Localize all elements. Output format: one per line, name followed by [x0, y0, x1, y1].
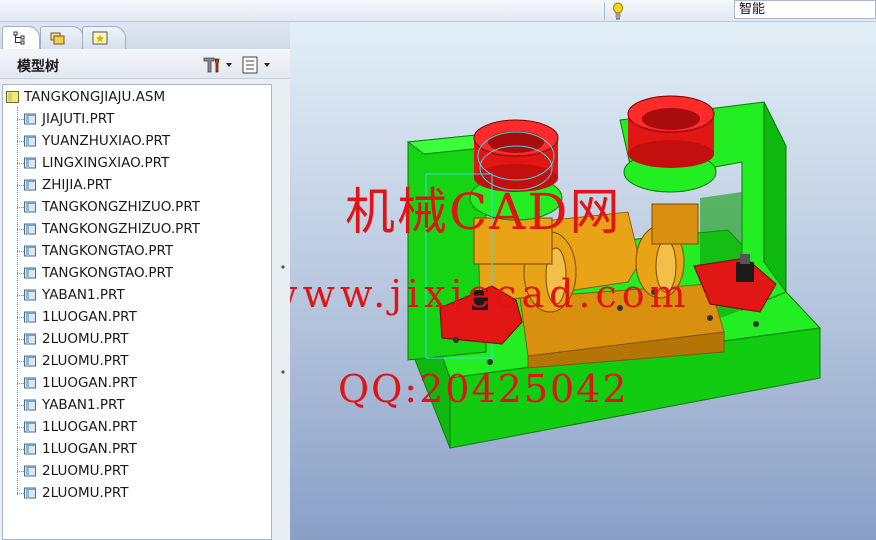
- tree-item-label: ZHIJIA.PRT: [42, 177, 112, 193]
- model-tree-header: 模型树: [0, 49, 290, 79]
- tree-item-label: 2LUOMU.PRT: [42, 485, 129, 501]
- tab-favorites[interactable]: [82, 26, 126, 49]
- part-icon: [24, 113, 36, 125]
- tree-item-label: 1LUOGAN.PRT: [42, 419, 137, 435]
- part-icon: [24, 355, 36, 367]
- part-icon: [24, 289, 36, 301]
- part-icon: [24, 157, 36, 169]
- top-toolbar: 智能: [0, 0, 876, 22]
- panel-title: 模型树: [17, 59, 59, 75]
- lightbulb-icon[interactable]: [612, 1, 624, 21]
- tree-item-label: YABAN1.PRT: [42, 287, 125, 303]
- tree-item-label: LINGXINGXIAO.PRT: [42, 155, 170, 171]
- tree-item-label: YUANZHUXIAO.PRT: [42, 133, 171, 149]
- tree-item-label: 2LUOMU.PRT: [42, 331, 129, 347]
- part-icon: [24, 201, 36, 213]
- part-icon: [24, 377, 36, 389]
- part-icon: [24, 245, 36, 257]
- part-icon: [24, 465, 36, 477]
- part-icon: [24, 135, 36, 147]
- tree-item-label: 2LUOMU.PRT: [42, 463, 129, 479]
- tree-item-label: TANGKONGTAO.PRT: [42, 243, 174, 259]
- graphics-viewport[interactable]: 机械CAD网 www.jixiecad.com QQ:20425042: [290, 22, 876, 540]
- tab-folder-browser[interactable]: [40, 26, 84, 49]
- app-window: 智能 模型树 TANGKONGJIAJU.ASM JIAJUTI.PRT YUA…: [0, 0, 876, 540]
- tools-icon: [203, 57, 232, 73]
- part-icon: [24, 223, 36, 235]
- tree-item-label: 1LUOGAN.PRT: [42, 375, 137, 391]
- tree-item-label: YABAN1.PRT: [42, 397, 125, 413]
- model-tree: TANGKONGJIAJU.ASM JIAJUTI.PRT YUANZHUXIAO.…: [2, 84, 272, 540]
- tree-item-label: 1LUOGAN.PRT: [42, 309, 137, 325]
- navigator-panel: 模型树 TANGKONGJIAJU.ASM JIAJUTI.PRT YUANZHUX…: [0, 22, 290, 540]
- tree-item-label: TANGKONGZHIZUO.PRT: [42, 199, 200, 215]
- toolbar-separator: [604, 2, 605, 20]
- part-icon: [24, 179, 36, 191]
- tree-connector: [17, 107, 18, 495]
- navigator-tabs: [0, 22, 290, 49]
- tree-icon: [13, 31, 25, 45]
- tree-item-label: JIAJUTI.PRT: [42, 111, 115, 127]
- tree-item-label: TANGKONGTAO.PRT: [42, 265, 174, 281]
- watermark-title: 机械CAD网: [345, 183, 622, 241]
- smart-filter-select[interactable]: 智能: [734, 0, 876, 19]
- tree-item-label: TANGKONGJIAJU.ASM: [24, 89, 166, 105]
- assembly-icon: [6, 91, 19, 103]
- tree-item-label: 1LUOGAN.PRT: [42, 441, 137, 457]
- watermark-qq: QQ:20425042: [338, 367, 629, 411]
- part-icon: [24, 421, 36, 433]
- part-icon: [24, 267, 36, 279]
- tree-item-label: 2LUOMU.PRT: [42, 353, 129, 369]
- part-icon: [24, 311, 36, 323]
- folder-icon: [50, 32, 65, 45]
- show-button[interactable]: [241, 55, 273, 75]
- star-icon: [92, 31, 108, 45]
- part-icon: [24, 333, 36, 345]
- list-icon: [242, 56, 270, 74]
- panel-resize-handle[interactable]: [280, 222, 286, 412]
- settings-button[interactable]: [202, 55, 234, 75]
- tab-model-tree[interactable]: [2, 26, 40, 49]
- part-icon: [24, 487, 36, 499]
- tree-item-label: TANGKONGZHIZUO.PRT: [42, 221, 200, 237]
- part-icon: [24, 443, 36, 455]
- part-icon: [24, 399, 36, 411]
- watermark-url: www.jixiecad.com: [290, 272, 691, 316]
